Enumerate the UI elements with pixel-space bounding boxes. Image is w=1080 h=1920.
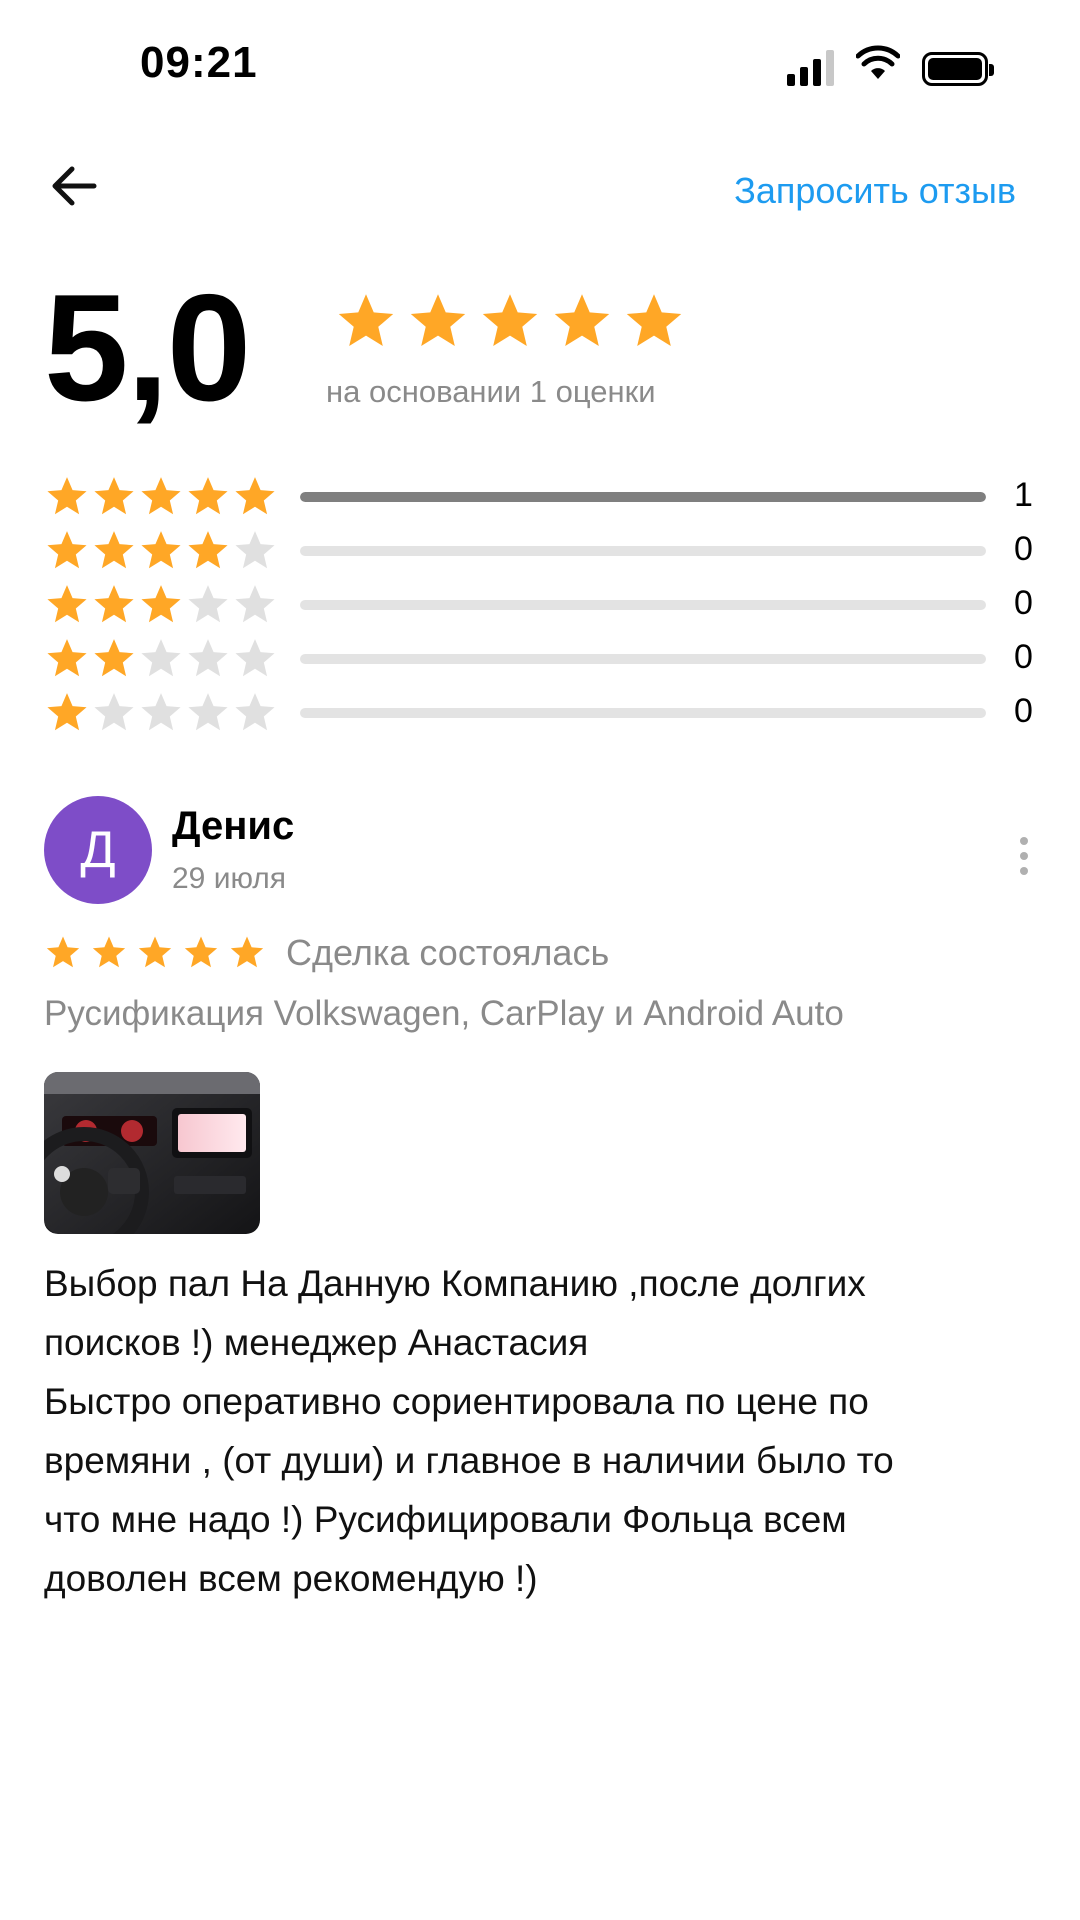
distribution-stars [44,636,275,682]
distribution-bar [300,654,986,664]
star-icon [91,636,137,682]
distribution-count: 0 [1014,584,1033,622]
star-icon [138,582,184,628]
car-interior-photo [44,1072,260,1234]
request-review-link[interactable]: Запросить отзыв [734,170,1016,212]
star-icon [185,528,231,574]
deal-status: Сделка состоялась [286,932,610,973]
star-icon [185,636,231,682]
star-icon [44,934,82,972]
star-icon [138,474,184,520]
review-photo[interactable] [44,1072,260,1234]
star-icon [228,934,266,972]
distribution-count: 0 [1014,638,1033,676]
battery-icon [922,52,994,86]
star-icon [44,690,90,736]
star-icon [44,582,90,628]
distribution-stars [44,474,275,520]
star-icon [91,528,137,574]
review-text: Выбор пал На Данную Компанию ,после долг… [44,1254,1044,1608]
star-icon [232,582,278,628]
star-icon [44,528,90,574]
distribution-count: 0 [1014,530,1033,568]
distribution-row-2: 0 [44,632,1044,686]
distribution-stars [44,528,275,574]
review-text-line: Быстро оперативно сориентировала по цене… [44,1381,869,1422]
star-icon [232,690,278,736]
review-date: 29 июля [172,862,287,895]
review-stars [44,934,266,972]
summary-stars [334,290,686,354]
header: Запросить отзыв [0,150,1080,230]
review-text-line: что мне надо !) Русифицировали Фольца вс… [44,1499,847,1540]
wifi-icon [855,45,901,86]
rating-basis: на основании 1 оценки [326,374,656,409]
star-icon [91,474,137,520]
signal-icon [787,50,834,86]
star-icon [91,690,137,736]
star-icon [185,474,231,520]
distribution-row-3: 0 [44,578,1044,632]
distribution-bar-fill [300,492,986,502]
distribution-count: 1 [1014,476,1033,514]
rating-distribution: 1 0 0 0 0 [44,470,1044,740]
reviews-page: 09:21 Запросить отзыв 5,0 на основании 1… [0,0,1080,1920]
status-time: 09:21 [140,38,258,87]
distribution-bar [300,546,986,556]
review-text-line: поисков !) менеджер Анастасия [44,1322,589,1363]
distribution-row-4: 0 [44,524,1044,578]
distribution-bar [300,600,986,610]
star-icon [138,528,184,574]
distribution-stars [44,690,275,736]
star-icon [550,290,614,354]
star-icon [44,636,90,682]
distribution-row-1: 0 [44,686,1044,740]
more-vertical-icon [1020,837,1028,845]
star-icon [138,690,184,736]
rating-score: 5,0 [44,263,251,433]
star-icon [90,934,128,972]
star-icon [185,582,231,628]
avatar: Д [44,796,152,904]
review-text-line: Выбор пал На Данную Компанию ,после долг… [44,1263,866,1304]
star-icon [406,290,470,354]
star-icon [334,290,398,354]
arrow-left-icon [44,166,108,222]
star-icon [138,636,184,682]
star-icon [622,290,686,354]
status-bar: 09:21 [0,0,1080,130]
star-icon [136,934,174,972]
review-product: Русификация Volkswagen, CarPlay и Androi… [44,994,844,1033]
distribution-row-5: 1 [44,470,1044,524]
star-icon [232,474,278,520]
more-options-button[interactable] [1004,826,1044,886]
author-name: Денис [172,804,295,848]
distribution-stars [44,582,275,628]
review-rating-row: Сделка состоялась [44,932,609,974]
back-button[interactable] [44,154,108,218]
star-icon [232,528,278,574]
star-icon [44,474,90,520]
star-icon [91,582,137,628]
star-icon [232,636,278,682]
status-icons [787,45,994,86]
review-text-line: доволен всем рекомендую !) [44,1558,538,1599]
star-icon [185,690,231,736]
star-icon [182,934,220,972]
distribution-bar [300,492,986,502]
distribution-count: 0 [1014,692,1033,730]
star-icon [478,290,542,354]
distribution-bar [300,708,986,718]
review-text-line: времяни , (от души) и главное в наличии … [44,1440,894,1481]
